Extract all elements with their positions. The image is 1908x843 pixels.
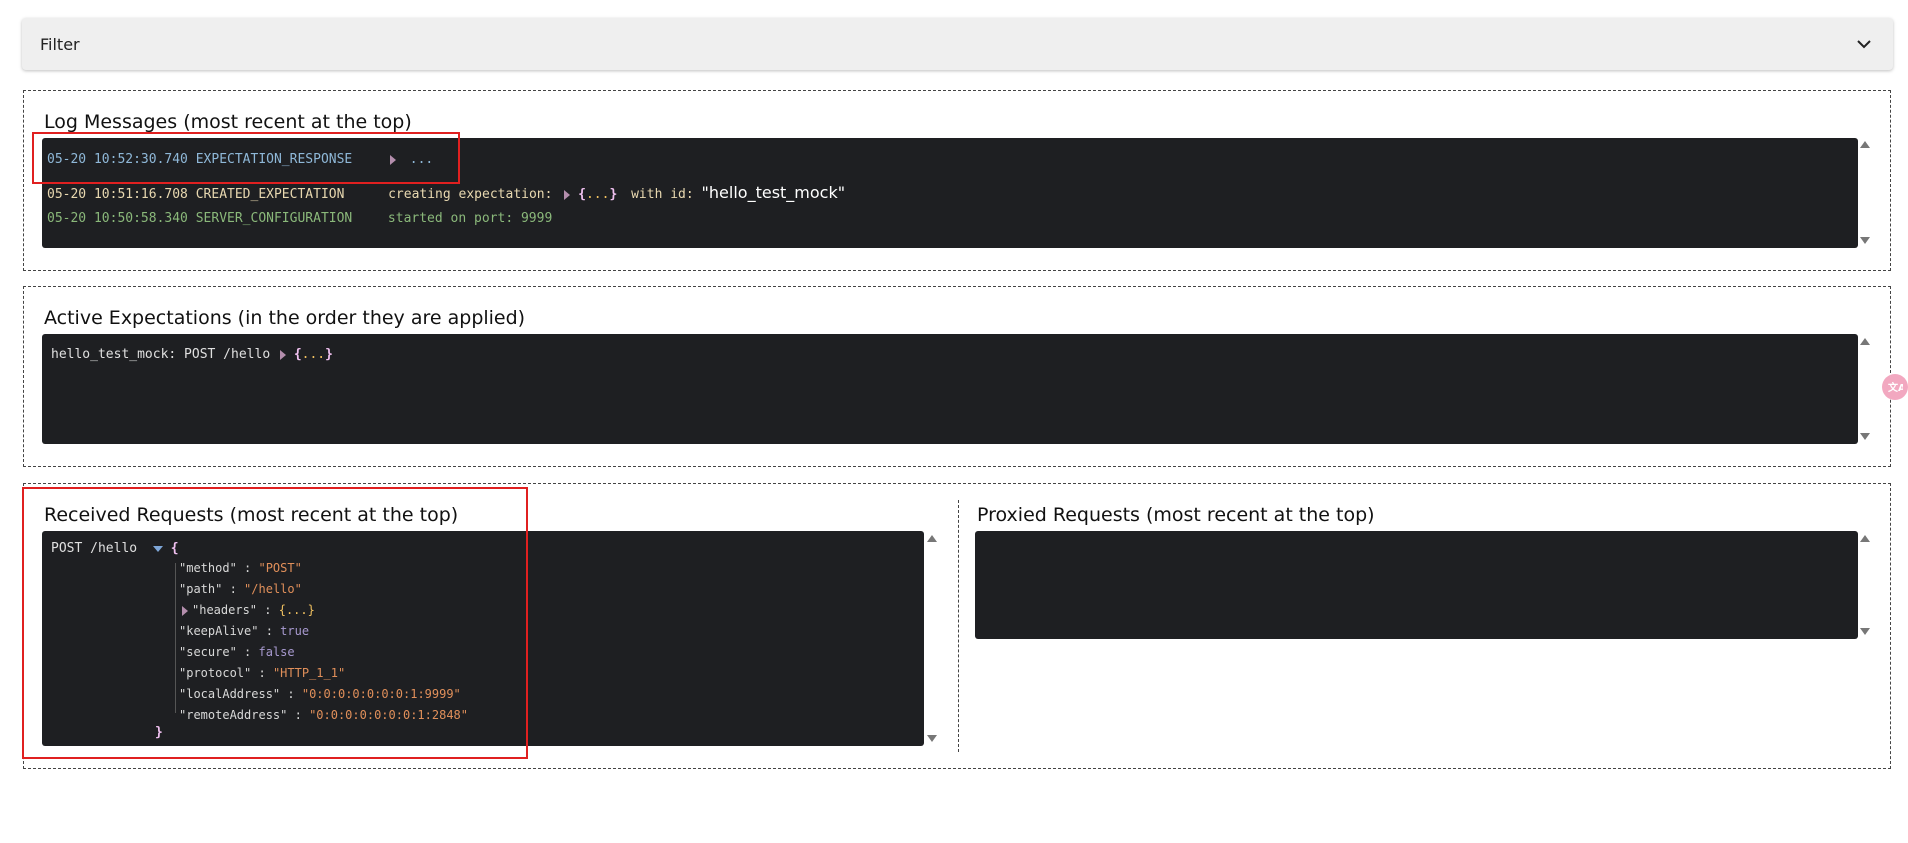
request-header[interactable]: POST /hello { — [51, 541, 179, 556]
request-method-path: POST /hello — [51, 541, 138, 556]
expectation-text: hello_test_mock: POST /hello — [51, 347, 271, 362]
log-type: EXPECTATION_RESPONSE — [195, 152, 353, 167]
translate-icon[interactable]: 文A — [1882, 374, 1908, 400]
log-entry[interactable]: 05-20 10:51:16.708 CREATED_EXPECTATION c… — [47, 183, 845, 202]
log-message: creating expectation: — [388, 187, 553, 202]
expand-triangle-icon[interactable] — [564, 189, 571, 200]
chevron-down-icon[interactable] — [1853, 33, 1875, 55]
request-field: "keepAlive" : true — [179, 624, 310, 638]
scroll-down-arrow-icon[interactable] — [1860, 628, 1870, 635]
log-messages-title: Log Messages (most recent at the top) — [44, 111, 412, 133]
received-requests-panel[interactable]: POST /hello { "method" : "POST" "path" :… — [42, 531, 924, 746]
log-entry[interactable]: 05-20 10:52:30.740 EXPECTATION_RESPONSE … — [47, 152, 433, 167]
scroll-up-arrow-icon[interactable] — [927, 535, 937, 542]
log-time: 05-20 10:51:16.708 — [47, 187, 188, 202]
request-field: "localAddress" : "0:0:0:0:0:0:0:1:9999" — [179, 687, 461, 701]
request-field: "protocol" : "HTTP_1_1" — [179, 666, 346, 680]
log-time: 05-20 10:50:58.340 — [47, 211, 188, 226]
request-field-headers[interactable]: "headers" : {...} — [182, 603, 315, 617]
scroll-down-arrow-icon[interactable] — [1860, 237, 1870, 244]
log-message: started on port: 9999 — [387, 211, 553, 226]
received-requests-title: Received Requests (most recent at the to… — [44, 504, 459, 526]
scroll-down-arrow-icon[interactable] — [1860, 433, 1870, 440]
log-type: SERVER_CONFIGURATION — [195, 211, 353, 226]
proxied-requests-title: Proxied Requests (most recent at the top… — [977, 504, 1375, 526]
log-with-label: with id: — [631, 187, 694, 202]
filter-bar[interactable]: Filter — [22, 18, 1893, 70]
log-messages-panel[interactable]: 05-20 10:52:30.740 EXPECTATION_RESPONSE … — [42, 138, 1858, 248]
active-expectations-title: Active Expectations (in the order they a… — [44, 307, 526, 329]
collapse-triangle-icon[interactable] — [152, 545, 163, 552]
log-ellipsis: ... — [409, 152, 434, 167]
expand-triangle-icon[interactable] — [182, 605, 188, 616]
scroll-up-arrow-icon[interactable] — [1860, 338, 1870, 345]
active-expectations-panel[interactable]: hello_test_mock: POST /hello {...} — [42, 334, 1858, 444]
section-divider — [958, 500, 959, 752]
scroll-down-arrow-icon[interactable] — [927, 735, 937, 742]
object-ellipsis: ... — [585, 187, 610, 202]
request-field: "path" : "/hello" — [179, 582, 302, 596]
filter-label: Filter — [40, 34, 80, 54]
expand-triangle-icon[interactable] — [279, 349, 286, 360]
svg-text:文A: 文A — [1888, 381, 1903, 394]
open-brace: { — [170, 541, 179, 556]
log-entry[interactable]: 05-20 10:50:58.340 SERVER_CONFIGURATION … — [47, 211, 552, 226]
log-type: CREATED_EXPECTATION — [195, 187, 345, 202]
close-brace: } — [155, 725, 163, 740]
request-field: "secure" : false — [179, 645, 295, 659]
log-time: 05-20 10:52:30.740 — [47, 152, 188, 167]
scroll-up-arrow-icon[interactable] — [1860, 535, 1870, 542]
proxied-requests-panel[interactable] — [975, 531, 1858, 639]
object-ellipsis: ... — [301, 347, 326, 362]
expand-triangle-icon[interactable] — [389, 154, 396, 165]
scroll-up-arrow-icon[interactable] — [1860, 141, 1870, 148]
log-id: "hello_test_mock" — [701, 183, 846, 202]
request-field: "method" : "POST" — [179, 561, 302, 575]
expectation-item[interactable]: hello_test_mock: POST /hello {...} — [51, 347, 333, 362]
request-field: "remoteAddress" : "0:0:0:0:0:0:0:1:2848" — [179, 708, 469, 722]
